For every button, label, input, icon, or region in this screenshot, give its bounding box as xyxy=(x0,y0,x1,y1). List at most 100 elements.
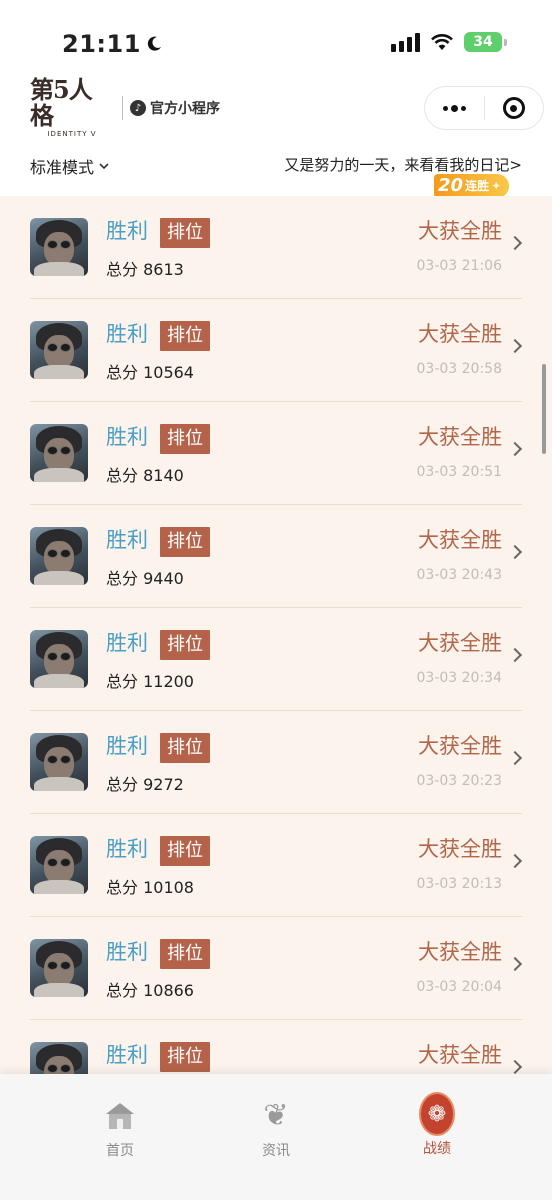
total-score: 总分 9440 xyxy=(106,569,184,588)
ranked-tag: 排位 xyxy=(160,630,210,660)
character-avatar xyxy=(30,939,88,997)
bottom-tab-bar: 首页 ❦ 资讯 ❁ 战绩 xyxy=(0,1074,552,1200)
match-row[interactable]: 胜利 排位 总分 9440 大获全胜 03-03 20:43 xyxy=(30,505,523,608)
character-avatar xyxy=(30,836,88,894)
diary-link[interactable]: 又是努力的一天，来看看我的日记> xyxy=(284,154,522,175)
character-avatar xyxy=(30,527,88,585)
tab-record[interactable]: ❁ 战绩 xyxy=(345,1074,529,1184)
logo-text: 第5人格 xyxy=(30,75,93,130)
match-time: 03-03 20:51 xyxy=(416,464,502,480)
match-outcome: 大获全胜 xyxy=(418,631,502,655)
match-outcome: 大获全胜 xyxy=(418,425,502,449)
match-row[interactable]: 胜利 排位总分 10108 大获全胜 03-03 20:13 xyxy=(30,814,523,917)
match-time: 03-03 20:04 xyxy=(416,979,502,995)
match-result: 胜利 xyxy=(106,219,148,243)
chevron-right-icon xyxy=(507,544,523,560)
match-result: 胜利 xyxy=(106,631,148,655)
total-score: 总分 10108 xyxy=(106,878,194,897)
chevron-right-icon xyxy=(507,338,523,354)
match-outcome: 大获全胜 xyxy=(418,837,502,861)
match-row[interactable]: 胜利 排位 大获全胜 xyxy=(30,1020,523,1074)
filter-bar: 标准模式 又是努力的一天，来看看我的日记> 20 连胜 ✦ xyxy=(0,146,552,198)
match-row[interactable]: 胜利 排位 总分 10564 大获全胜 03-03 20:58 xyxy=(30,299,523,402)
match-outcome: 大获全胜 xyxy=(418,219,502,243)
app-header: 第5人格 IDENTITY V ♪ 官方小程序 xyxy=(0,77,552,139)
mini-program-capsule xyxy=(424,86,544,130)
mini-program-badge: ♪ 官方小程序 xyxy=(130,98,220,118)
match-result: 胜利 xyxy=(106,1043,148,1067)
win-streak-badge: 20 连胜 ✦ xyxy=(434,174,510,198)
match-row[interactable]: 胜利 排位总分 8140 大获全胜 03-03 20:51 xyxy=(30,402,523,505)
close-mini-program-button[interactable] xyxy=(485,87,544,129)
chevron-right-icon xyxy=(507,441,523,457)
ranked-tag: 排位 xyxy=(160,424,210,454)
match-list[interactable]: 胜利 排位 总分 8613 大获全胜 03-03 21:06 胜利 排位 总分 10564 大获… xyxy=(0,196,552,1074)
ranked-tag: 排位 xyxy=(160,733,210,763)
header-divider xyxy=(122,96,123,120)
character-avatar xyxy=(30,424,88,482)
status-bar: 21:11 34 xyxy=(0,0,552,86)
match-outcome: 大获全胜 xyxy=(418,1043,502,1067)
streak-count: 20 xyxy=(438,175,464,196)
chevron-down-icon xyxy=(99,163,109,170)
match-outcome: 大获全胜 xyxy=(418,734,502,758)
status-indicators: 34 xyxy=(391,32,507,52)
match-result: 胜利 xyxy=(106,322,148,346)
match-outcome: 大获全胜 xyxy=(418,528,502,552)
total-score: 总分 8613 xyxy=(106,260,184,279)
chevron-right-icon xyxy=(507,750,523,766)
ranked-tag: 排位 xyxy=(160,527,210,557)
chevron-right-icon xyxy=(507,1059,523,1074)
match-time: 03-03 20:58 xyxy=(416,361,502,377)
cellular-signal-icon xyxy=(391,32,420,52)
scrollbar[interactable] xyxy=(542,364,546,454)
match-result: 胜利 xyxy=(106,425,148,449)
tab-news[interactable]: ❦ 资讯 xyxy=(184,1074,368,1184)
mode-dropdown[interactable]: 标准模式 xyxy=(30,154,110,178)
tab-record-label: 战绩 xyxy=(423,1141,451,1157)
match-row[interactable]: 胜利 排位 总分 11200 大获全胜 03-03 20:34 xyxy=(30,608,523,711)
ranked-tag: 排位 xyxy=(160,218,210,248)
match-time: 03-03 20:23 xyxy=(416,773,502,789)
total-score: 总分 10564 xyxy=(106,363,194,382)
match-result: 胜利 xyxy=(106,528,148,552)
chevron-right-icon xyxy=(507,647,523,663)
match-outcome: 大获全胜 xyxy=(418,940,502,964)
ranked-tag: 排位 xyxy=(160,836,210,866)
target-circle-icon xyxy=(502,97,525,119)
match-result: 胜利 xyxy=(106,940,148,964)
status-time: 21:11 xyxy=(62,30,163,58)
match-row[interactable]: 胜利 排位 总分 9272 大获全胜 03-03 20:23 xyxy=(30,711,523,814)
clock-text: 21:11 xyxy=(62,30,141,58)
chevron-right-icon xyxy=(507,853,523,869)
character-avatar xyxy=(30,733,88,791)
character-avatar xyxy=(30,321,88,379)
match-time: 03-03 20:34 xyxy=(416,670,502,686)
identity-v-logo: 第5人格 IDENTITY V xyxy=(30,77,114,139)
character-avatar xyxy=(30,218,88,276)
match-result: 胜利 xyxy=(106,837,148,861)
chevron-right-icon xyxy=(507,235,523,251)
match-row[interactable]: 胜利 排位总分 8613 大获全胜 03-03 21:06 xyxy=(30,196,523,299)
total-score: 总分 10866 xyxy=(106,981,194,1000)
ranked-tag: 排位 xyxy=(160,939,210,969)
more-options-button[interactable] xyxy=(425,87,484,129)
match-time: 03-03 21:06 xyxy=(416,258,502,274)
tab-home-label: 首页 xyxy=(106,1143,134,1159)
match-row[interactable]: 胜利 排位总分 10866 大获全胜 03-03 20:04 xyxy=(30,917,523,1020)
character-avatar xyxy=(30,1042,88,1074)
mini-program-label: 官方小程序 xyxy=(150,101,220,117)
battery-level: 34 xyxy=(473,34,493,50)
battery-icon: 34 xyxy=(464,32,507,52)
total-score: 总分 9272 xyxy=(106,775,184,794)
home-icon xyxy=(102,1098,138,1134)
streak-label: 连胜 xyxy=(465,179,490,193)
total-score: 总分 8140 xyxy=(106,466,184,485)
ranked-tag: 排位 xyxy=(160,1042,210,1072)
news-icon: ❦ xyxy=(263,1098,289,1133)
record-emblem-icon: ❁ xyxy=(419,1092,455,1136)
match-outcome: 大获全胜 xyxy=(418,322,502,346)
moon-icon xyxy=(147,36,161,51)
match-time: 03-03 20:13 xyxy=(416,876,502,892)
tab-news-label: 资讯 xyxy=(262,1143,290,1159)
